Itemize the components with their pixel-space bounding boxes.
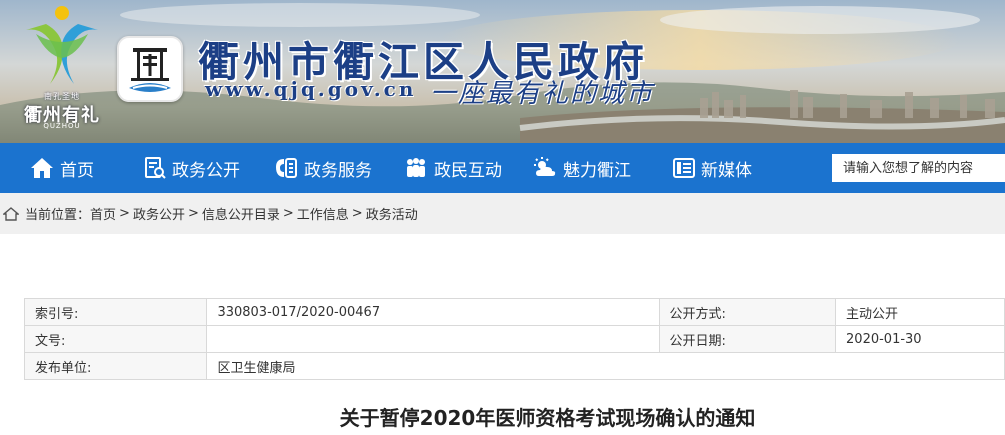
- breadcrumb-link-home[interactable]: 首页: [90, 204, 116, 223]
- nav-item-label: 首页: [60, 160, 94, 181]
- location-home-icon: [3, 206, 19, 221]
- breadcrumb-link-activities[interactable]: 政务活动: [366, 204, 418, 223]
- city-brand-logo: 南孔圣地 衢州有礼 QUZHOU: [16, 4, 108, 130]
- breadcrumb-separator: >: [119, 206, 130, 221]
- site-url: www.qjq.gov.cn: [205, 77, 417, 101]
- publisher-label: 发布单位:: [23, 352, 208, 380]
- nav-item-gov-services[interactable]: 政务服务: [274, 143, 372, 193]
- article-title: 关于暂停2020年医师资格考试现场确认的通知: [339, 406, 756, 430]
- doc-no-value: [206, 325, 660, 353]
- media-icon: [673, 158, 695, 178]
- site-slogan: 一座最有礼的城市: [430, 79, 655, 109]
- nav-item-label: 魅力衢江: [563, 160, 631, 181]
- city-brand-emblem-icon: [26, 6, 98, 84]
- service-icon: [276, 158, 297, 178]
- method-value: 主动公开: [835, 298, 1005, 326]
- document-search-icon: [145, 157, 166, 179]
- nav-item-interaction[interactable]: 政民互动: [404, 143, 502, 193]
- weather-icon: [534, 157, 556, 176]
- publisher-value: 区卫生健康局: [206, 352, 1005, 380]
- city-pinyin: QUZHOU: [43, 122, 81, 130]
- table-row: 文号: 公开日期: 2020-01-30: [23, 325, 1005, 353]
- nav-item-charm-qujiang[interactable]: 魅力衢江: [533, 143, 631, 193]
- index-value: 330803-017/2020-00467: [206, 298, 660, 326]
- breadcrumb-link-catalog[interactable]: 信息公开目录: [202, 204, 280, 223]
- breadcrumb-link-gov-affairs[interactable]: 政务公开: [133, 204, 185, 223]
- date-label: 公开日期:: [658, 325, 837, 353]
- home-icon: [31, 158, 53, 178]
- nav-item-new-media[interactable]: 新媒体: [673, 143, 752, 193]
- nav-item-label: 政务服务: [304, 160, 372, 181]
- nav-item-gov-affairs[interactable]: 政务公开: [144, 143, 240, 193]
- breadcrumb: 当前位置： 首页 > 政务公开 > 信息公开目录 > 工作信息 > 政务活动: [0, 193, 1005, 234]
- table-row: 索引号: 330803-017/2020-00467 公开方式: 主动公开: [23, 298, 1005, 326]
- breadcrumb-separator: >: [351, 206, 363, 221]
- search-input[interactable]: [832, 154, 1005, 182]
- district-seal-icon: [129, 48, 171, 92]
- breadcrumb-link-work-info[interactable]: 工作信息: [297, 204, 349, 223]
- date-value: 2020-01-30: [835, 325, 1005, 353]
- nav-item-home[interactable]: 首页: [30, 143, 94, 193]
- nav-item-label: 政民互动: [434, 160, 502, 181]
- method-label: 公开方式:: [658, 298, 837, 326]
- district-seal-logo[interactable]: [117, 36, 183, 102]
- breadcrumb-separator: >: [282, 206, 294, 221]
- breadcrumb-prefix: 当前位置：: [25, 208, 91, 223]
- header-banner: 南孔圣地 衢州有礼 QUZHOU 衢州市衢江区人民政府 www.qjq.gov.…: [0, 0, 1005, 143]
- table-row: 发布单位: 区卫生健康局: [23, 352, 1005, 380]
- nav-item-label: 政务公开: [172, 160, 240, 181]
- doc-no-label: 文号:: [23, 325, 208, 353]
- breadcrumb-separator: >: [187, 206, 199, 221]
- people-icon: [407, 158, 425, 177]
- nav-item-label: 新媒体: [701, 160, 752, 181]
- index-label: 索引号:: [23, 298, 208, 326]
- document-meta-table: 索引号: 330803-017/2020-00467 公开方式: 主动公开 文号…: [23, 298, 1005, 380]
